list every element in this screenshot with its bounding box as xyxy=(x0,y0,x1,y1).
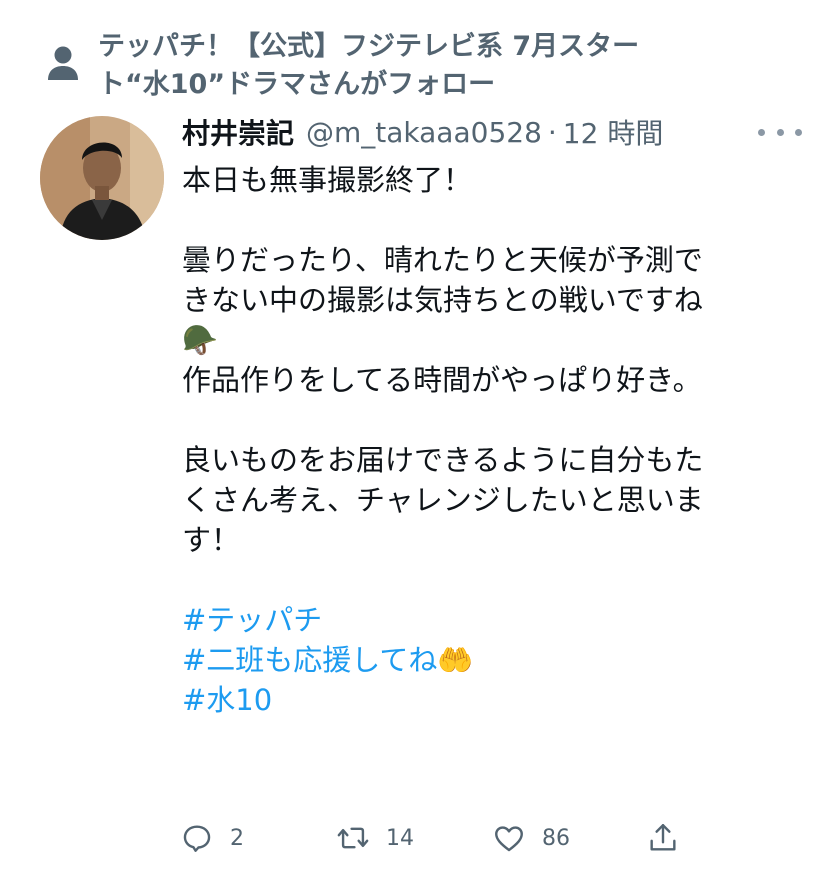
more-icon[interactable] xyxy=(758,120,802,144)
retweet-button[interactable]: 14 xyxy=(336,814,414,862)
retweet-count: 14 xyxy=(386,825,414,851)
helmet-emoji: 🪖 xyxy=(182,323,219,357)
avatar[interactable] xyxy=(40,116,164,240)
social-context[interactable]: テッパチ！【公式】フジテレビ系 7月スター ト“水10”ドラマさんがフォロー xyxy=(46,28,766,104)
tweet-header: 村井崇記 @m_takaaa0528 · 12 時間 xyxy=(182,112,802,152)
user-handle[interactable]: @m_takaaa0528 xyxy=(306,116,542,149)
tweet-text-line: 作品作りをしてる時間がやっぱり好き。 xyxy=(182,363,702,397)
like-count: 86 xyxy=(542,825,570,851)
reply-button[interactable]: 2 xyxy=(180,814,244,862)
display-name[interactable]: 村井崇記 xyxy=(182,112,294,152)
tweet-text-line: きない中の撮影は気持ちとの戦いですね xyxy=(182,283,703,317)
hashtag-teppachi[interactable]: #テッパチ xyxy=(182,600,802,640)
social-context-line-1: テッパチ！【公式】フジテレビ系 7月スター xyxy=(98,31,640,62)
heart-icon xyxy=(495,826,523,852)
hashtag-sui10[interactable]: #水10 xyxy=(182,680,802,720)
like-button[interactable]: 86 xyxy=(492,814,570,862)
person-icon xyxy=(48,46,78,80)
avatar-image xyxy=(40,116,164,240)
share-button[interactable] xyxy=(646,814,680,862)
tweet-actions: 2 14 86 xyxy=(180,814,700,862)
tweet-text-line: す！ xyxy=(182,523,241,557)
reply-icon xyxy=(183,825,211,852)
tweet-body: 本日も無事撮影終了！ 曇りだったり、晴れたりと天候が予測で きない中の撮影は気持… xyxy=(182,160,802,720)
separator-dot: · xyxy=(547,115,557,149)
retweet-icon xyxy=(337,827,369,849)
social-context-text: テッパチ！【公式】フジテレビ系 7月スター ト“水10”ドラマさんがフォロー xyxy=(98,28,639,104)
tweet-time[interactable]: 12 時間 xyxy=(563,112,664,152)
reply-count: 2 xyxy=(230,825,244,851)
tweet-text-line: 良いものをお届けできるように自分もた xyxy=(182,443,704,477)
social-context-line-2: ト“水10”ドラマさんがフォロー xyxy=(98,69,496,100)
tweet-text-line: くさん考え、チャレンジしたいと思いま xyxy=(182,483,704,517)
hashtag-nihan[interactable]: #二班も応援してね🤲 xyxy=(182,640,802,680)
tweet-text-line: 曇りだったり、晴れたりと天候が予測で xyxy=(182,243,703,277)
tweet-text-line: 本日も無事撮影終了！ xyxy=(182,163,473,197)
share-icon xyxy=(650,824,676,851)
